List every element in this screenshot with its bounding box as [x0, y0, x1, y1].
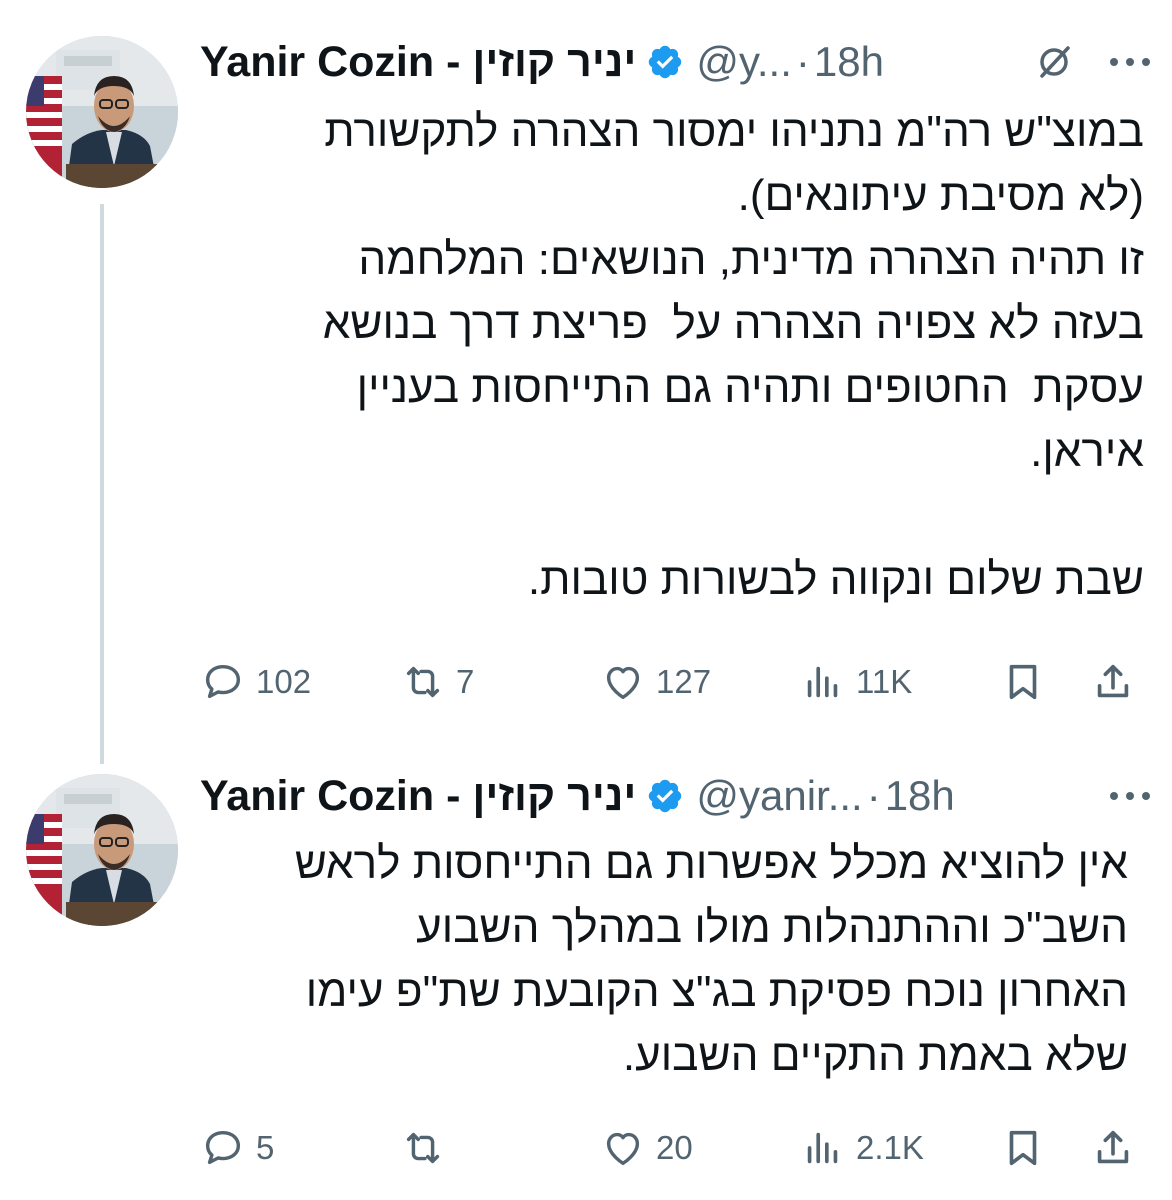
- share-button[interactable]: [1090, 1125, 1150, 1171]
- share-icon: [1090, 1125, 1136, 1171]
- verified-badge-icon: [646, 777, 684, 815]
- timestamp[interactable]: 18h: [885, 772, 955, 820]
- reply-icon: [200, 1125, 246, 1171]
- tweet-text: במוצ"ש רה"מ נתניהו ימסור הצהרה לתקשורת (…: [322, 107, 1144, 604]
- separator-dot: ·: [795, 38, 810, 85]
- view-count: 2.1K: [856, 1129, 924, 1166]
- repost-button[interactable]: [400, 1125, 600, 1171]
- heart-icon: [600, 659, 646, 705]
- author-handle[interactable]: @y...: [696, 38, 792, 86]
- repost-icon: [400, 1125, 446, 1171]
- author-name[interactable]: Yanir Cozin - יניר קוזין: [200, 38, 636, 87]
- tweet-header: Yanir Cozin - יניר קוזין @y... · 18h: [200, 32, 1152, 92]
- author-name[interactable]: Yanir Cozin - יניר קוזין: [200, 772, 636, 821]
- tweet-1[interactable]: Yanir Cozin - יניר קוזין @y... · 18h במו…: [0, 0, 1172, 740]
- reply-count: 102: [256, 663, 312, 700]
- separator-dot: ·: [866, 772, 881, 819]
- verified-badge-icon: [646, 43, 684, 81]
- tweet-actions: 102 7 127 11K: [200, 652, 1150, 712]
- repost-icon: [400, 659, 446, 705]
- tweet-2[interactable]: Yanir Cozin - יניר קוזין @yanir... · 18h…: [0, 740, 1172, 1200]
- views-button[interactable]: 2.1K: [800, 1125, 1000, 1171]
- like-button[interactable]: 127: [600, 659, 800, 705]
- repost-button[interactable]: 7: [400, 659, 600, 705]
- like-count: 20: [656, 1129, 693, 1166]
- share-button[interactable]: [1090, 659, 1150, 705]
- reply-count: 5: [256, 1129, 275, 1166]
- bookmark-button[interactable]: [1000, 1125, 1090, 1171]
- bookmark-icon: [1000, 1125, 1046, 1171]
- analytics-icon: [800, 1125, 846, 1171]
- reply-button[interactable]: 102: [200, 659, 400, 705]
- more-options-icon[interactable]: [1108, 774, 1152, 818]
- like-button[interactable]: 20: [600, 1125, 800, 1171]
- reply-button[interactable]: 5: [200, 1125, 400, 1171]
- analytics-icon: [800, 659, 846, 705]
- tweet-header: Yanir Cozin - יניר קוזין @yanir... · 18h: [200, 766, 1152, 826]
- like-count: 127: [656, 663, 712, 700]
- share-icon: [1090, 659, 1136, 705]
- tweet-text: אין להוציא מכלל אפשרות גם התייחסות לראש …: [294, 839, 1128, 1080]
- timestamp[interactable]: 18h: [814, 38, 884, 86]
- author-handle[interactable]: @yanir...: [696, 772, 862, 820]
- avatar[interactable]: [26, 774, 178, 926]
- repost-count: 7: [456, 663, 475, 700]
- reply-icon: [200, 659, 246, 705]
- heart-icon: [600, 1125, 646, 1171]
- view-count: 11K: [856, 663, 913, 700]
- avatar[interactable]: [26, 36, 178, 188]
- bookmark-icon: [1000, 659, 1046, 705]
- more-options-icon[interactable]: [1108, 40, 1152, 84]
- bookmark-button[interactable]: [1000, 659, 1090, 705]
- grok-icon[interactable]: [1034, 42, 1074, 82]
- views-button[interactable]: 11K: [800, 659, 1000, 705]
- tweet-actions: 5 20 2.1K: [200, 1118, 1150, 1178]
